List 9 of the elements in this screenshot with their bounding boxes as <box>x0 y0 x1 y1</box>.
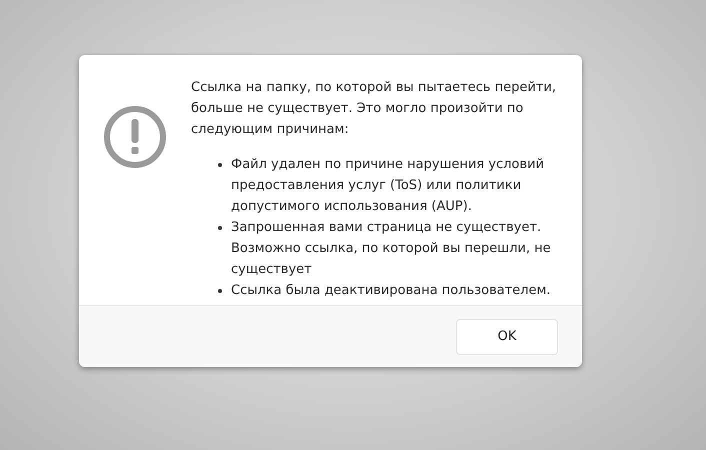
bullet-icon <box>218 226 222 230</box>
message-text: Ссылка на папку, по которой вы пытаетесь перейти, больше не существует. Это могло произойти по следующим причинам: <box>191 79 558 139</box>
reason-text: Ссылка была деактивирована пользователем. <box>231 282 552 300</box>
bullet-icon <box>218 289 222 293</box>
bullet-icon <box>218 163 222 167</box>
ok-button[interactable]: OK <box>456 318 558 354</box>
warning-icon <box>103 105 167 169</box>
reason-text: Файл удален по причине нарушения условий предоставления услуг (ToS) или политики допустимого использования (AUP). <box>231 156 546 216</box>
reason-text: Запрошенная вами страница не существует. Возможно ссылка, по которой вы перешли, не существует <box>231 219 552 279</box>
